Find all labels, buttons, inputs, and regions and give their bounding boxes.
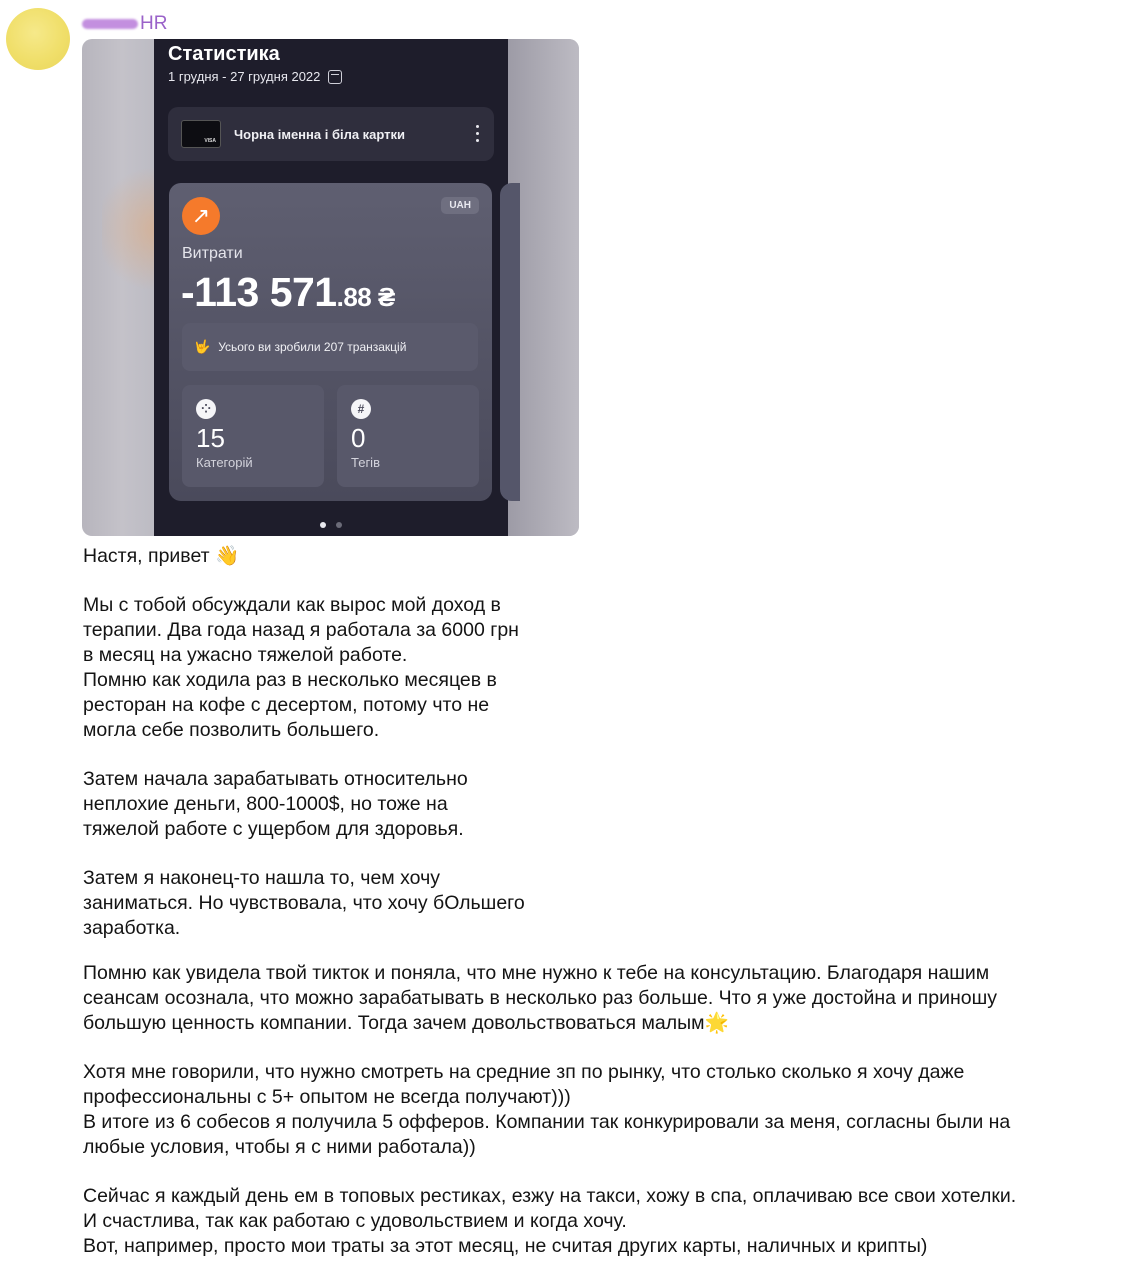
hashtag-icon: # [351,399,371,419]
text-line: Затем начала зарабатывать относительно [83,768,468,790]
text-line: большую ценность компании. Тогда зачем д… [83,1012,729,1034]
calendar-icon [328,69,343,84]
text-line: профессиональны с 5+ опытом не всегда по… [83,1086,571,1108]
amount-main: -113 571 [181,269,337,315]
text-line: И счастлива, так как работаю с удовольст… [83,1210,627,1232]
sender-name[interactable]: HR [82,12,167,36]
text-line: Вот, например, просто мои траты за этот … [83,1235,928,1257]
app-screen: Статистика 1 грудня - 27 грудня 2022 VIS… [154,39,520,536]
card-selector: VISA Чорна іменна і біла картки [168,107,494,161]
amount-cents: .88 ₴ [336,282,396,312]
tags-count: 0 [351,423,366,453]
transactions-box: 🤟 Усього ви зробили 207 транзакцій [182,323,478,371]
greeting: Настя, привет 👋 [83,545,240,567]
text-line: заниматься. Но чувствовала, что хочу бОл… [83,892,525,914]
date-range: 1 грудня - 27 грудня 2022 [168,69,343,84]
categories-count: 15 [196,423,225,453]
text-line: могла себе позволить большего. [83,719,380,741]
text-line: тяжелой работе с ущербом для здоровья. [83,818,464,840]
expenses-card: ↗ UAH Витрати -113 571.88 ₴ 🤟 Усього ви … [169,183,492,501]
paragraph: Затем начала зарабатывать относительно н… [83,767,568,842]
text-line: любые условия, чтобы я с ними работала)) [83,1136,476,1158]
rock-hand-icon: 🤟 [194,339,211,354]
text-line: терапии. Два года назад я работала за 60… [83,619,519,641]
date-range-text: 1 грудня - 27 грудня 2022 [168,69,321,84]
transactions-text: Усього ви зробили 207 транзакцій [218,340,407,354]
card-brand: VISA [204,138,216,144]
paragraph: Помню как увидела твой тикток и поняла, … [83,961,1123,1036]
text-line: неплохие деньги, 800-1000$, но тоже на [83,793,448,815]
paragraph: Мы с тобой обсуждали как вырос мой доход… [83,593,568,743]
text-line: Затем я наконец-то нашла то, чем хочу [83,867,440,889]
redacted-name [82,19,138,29]
text-line: заработка. [83,917,181,939]
stats-title: Статистика [168,43,280,65]
categories-label: Категорій [196,455,253,470]
expenses-label: Витрати [182,245,243,262]
attached-screenshot[interactable]: Статистика 1 грудня - 27 грудня 2022 VIS… [82,39,579,536]
text-line: Помню как ходила раз в несколько месяцев… [83,669,497,691]
categories-box: ⁘ 15 Категорій [182,385,324,487]
text-line: Мы с тобой обсуждали как вырос мой доход… [83,594,501,616]
text-line: В итоге из 6 собесов я получила 5 офферо… [83,1111,1011,1133]
arrow-up-right-icon: ↗ [182,197,220,235]
paragraph: Сейчас я каждый день ем в топовых рестик… [83,1184,1123,1259]
paragraph: Затем я наконец-то нашла то, чем хочу за… [83,866,568,941]
avatar[interactable] [6,8,70,70]
card-name: Чорна іменна і біла картки [234,126,406,142]
text-line: Помню как увидела твой тикток и поняла, … [83,962,990,984]
text-line: Сейчас я каждый день ем в топовых рестик… [83,1185,1017,1207]
message-text: Настя, привет 👋 Мы с тобой обсуждали как… [83,544,1123,1259]
page-indicator [320,522,342,528]
paragraph: Хотя мне говорили, что нужно смотреть на… [83,1060,1123,1160]
more-icon [476,125,480,146]
text-line: Хотя мне говорили, что нужно смотреть на… [83,1061,965,1083]
tags-box: # 0 Тегів [337,385,479,487]
categories-icon: ⁘ [196,399,216,419]
expenses-amount: -113 571.88 ₴ [181,269,395,316]
text-line: сеансам осознала, что можно зарабатывать… [83,987,997,1009]
text-line: в месяц на ужасно тяжелой работе. [83,644,408,666]
text-line: ресторан на кофе с десертом, потому что … [83,694,490,716]
card-icon: VISA [181,120,221,148]
next-card-peek [500,183,520,501]
tags-label: Тегів [351,455,380,470]
sender-label: HR [140,13,168,34]
currency-badge: UAH [441,197,479,214]
